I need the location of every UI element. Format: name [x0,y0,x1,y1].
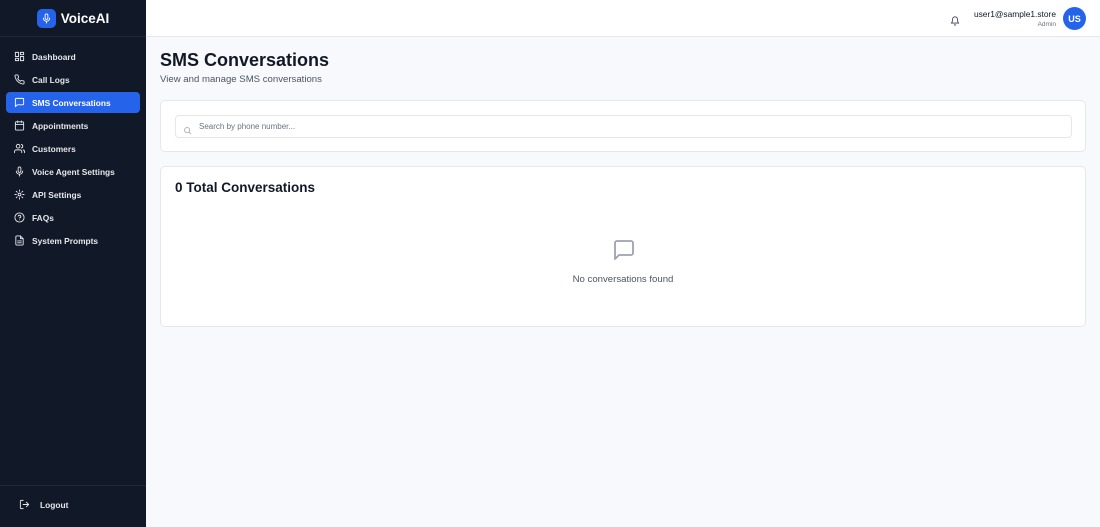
message-icon [612,238,636,262]
conversations-count-heading: 0 Total Conversations [175,180,316,195]
user-info: user1@sample1.store Admin [974,9,1056,29]
sidebar: VoiceAI Dashboard Call Logs SMS Conversa… [0,0,146,527]
message-icon [14,97,25,108]
search-icon [183,122,192,135]
empty-state-message: No conversations found [572,274,674,285]
sidebar-item-appointments[interactable]: Appointments [6,115,140,136]
sidebar-item-call-logs[interactable]: Call Logs [6,69,140,90]
search-card [160,100,1086,152]
sidebar-item-faqs[interactable]: FAQs [6,207,140,228]
sidebar-item-label: SMS Conversations [32,97,111,108]
microphone-icon [14,166,25,177]
user-email: user1@sample1.store [973,9,1056,19]
top-bar: user1@sample1.store Admin US [146,0,1100,37]
logout-icon [19,499,30,510]
sidebar-item-label: System Prompts [32,235,99,246]
user-role: Admin [1037,21,1056,28]
sidebar-item-voice-agent-settings[interactable]: Voice Agent Settings [6,161,140,182]
sidebar-item-label: Dashboard [32,51,76,62]
conversations-card: 0 Total Conversations No conversations f… [160,166,1086,327]
sidebar-item-sms-conversations[interactable]: SMS Conversations [6,92,140,113]
sidebar-item-label: Appointments [32,120,89,131]
sidebar-item-customers[interactable]: Customers [6,138,140,159]
sidebar-item-label: FAQs [32,212,54,223]
sidebar-item-label: Voice Agent Settings [32,166,115,177]
sidebar-nav: Dashboard Call Logs SMS Conversations Ap… [0,37,146,251]
page-title: SMS Conversations [160,50,330,70]
sidebar-item-api-settings[interactable]: API Settings [6,184,140,205]
calendar-icon [14,120,25,131]
microphone-icon [36,8,56,28]
brand-name: VoiceAI [60,10,110,26]
file-text-icon [14,235,25,246]
gear-icon [14,189,25,200]
logout-button[interactable]: Logout [19,499,68,510]
sidebar-item-label: Call Logs [32,74,70,85]
sidebar-item-dashboard[interactable]: Dashboard [6,46,140,67]
phone-icon [14,74,25,85]
sidebar-item-label: Customers [32,143,76,154]
dashboard-icon [14,51,25,62]
page-subtitle: View and manage SMS conversations [160,74,322,85]
search-box[interactable] [175,115,1072,138]
logout-label: Logout [40,499,69,510]
sidebar-item-label: API Settings [32,189,82,200]
bell-icon[interactable] [950,13,960,26]
brand[interactable]: VoiceAI [0,0,146,37]
sidebar-item-system-prompts[interactable]: System Prompts [6,230,140,251]
search-input[interactable] [199,117,1059,136]
users-icon [14,143,25,154]
sidebar-footer: Logout [0,485,146,527]
avatar[interactable]: US [1063,7,1086,30]
help-circle-icon [14,212,25,223]
